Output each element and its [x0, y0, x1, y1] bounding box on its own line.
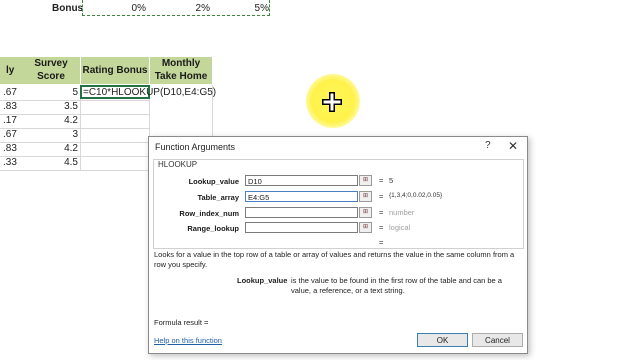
header-rating-text: Rating Bonus	[82, 65, 148, 76]
row-2-col-a[interactable]: .17	[3, 114, 17, 128]
argument-description-line2: value, a reference, or a text string.	[291, 286, 405, 295]
copy-marquee-right	[269, 0, 270, 16]
bonus-value-0[interactable]: 0%	[82, 2, 146, 16]
function-arguments-dialog[interactable]: Function Arguments ? ✕ HLOOKUP Lookup_va…	[148, 136, 528, 354]
bonus-label: Bonus	[52, 3, 84, 14]
row-4-col-a[interactable]: .83	[3, 142, 17, 156]
grid-line	[0, 170, 150, 171]
arguments-group	[153, 159, 524, 249]
row-3-col-a[interactable]: .67	[3, 128, 17, 142]
result-equals-sign: =	[379, 238, 384, 247]
bonus-value-1[interactable]: 2%	[150, 2, 210, 16]
help-icon[interactable]: ?	[485, 140, 491, 151]
help-link[interactable]: Help on this function	[154, 336, 222, 345]
range-lookup-input[interactable]	[245, 222, 358, 233]
header-survey-score[interactable]: Survey Score	[22, 57, 80, 84]
function-description: Looks for a value in the top row of a ta…	[154, 250, 515, 269]
lookup-value-input[interactable]: D10	[245, 175, 358, 186]
header-survey-line2: Score	[37, 71, 65, 82]
header-monthly-line1: Monthly	[161, 58, 201, 69]
field-label-table-array: Table_array	[197, 193, 239, 202]
row-1-score[interactable]: 3.5	[22, 100, 78, 114]
ok-button[interactable]: OK	[417, 333, 468, 347]
equals-sign: =	[379, 208, 384, 217]
row-5-score[interactable]: 4.5	[22, 156, 78, 170]
move-cursor-icon	[320, 90, 344, 114]
collapse-dialog-icon[interactable]: ⊞	[359, 175, 372, 186]
row-index-num-hint: number	[389, 208, 415, 217]
header-monthly-line2: Take Home	[154, 71, 208, 82]
row-1-col-a[interactable]: .83	[3, 100, 17, 114]
close-icon[interactable]: ✕	[508, 139, 518, 153]
argument-name: Lookup_value	[237, 276, 288, 285]
lookup-value-result: 5	[389, 176, 394, 185]
range-lookup-hint: logical	[389, 223, 411, 232]
row-0-col-a[interactable]: .67	[3, 86, 17, 100]
dialog-title: Function Arguments	[155, 142, 236, 152]
table-array-result: {1,3,4;0,0.02,0.05}	[389, 192, 443, 199]
header-survey-line1: Survey	[34, 58, 68, 69]
row-4-score[interactable]: 4.2	[22, 142, 78, 156]
row-5-col-a[interactable]: .33	[3, 156, 17, 170]
copy-marquee-left	[82, 0, 83, 16]
field-label-row-index-num: Row_index_num	[179, 209, 239, 218]
collapse-dialog-icon[interactable]: ⊞	[359, 191, 372, 202]
function-name: HLOOKUP	[157, 160, 199, 169]
header-col-a[interactable]: ly	[0, 57, 22, 84]
header-monthly-take-home[interactable]: Monthly Take Home	[150, 57, 212, 84]
row-3-score[interactable]: 3	[22, 128, 78, 142]
formula-cell-text[interactable]: =C10*HLOOKUP(D10,E4:G5)	[83, 86, 216, 100]
formula-result: Formula result =	[154, 318, 209, 327]
field-label-range-lookup: Range_lookup	[187, 224, 239, 233]
field-label-lookup-value: Lookup_value	[188, 177, 239, 186]
equals-sign: =	[379, 176, 384, 185]
equals-sign: =	[379, 223, 384, 232]
collapse-dialog-icon[interactable]: ⊞	[359, 207, 372, 218]
collapse-dialog-icon[interactable]: ⊞	[359, 222, 372, 233]
header-col-a-text: ly	[6, 65, 15, 76]
equals-sign: =	[379, 192, 384, 201]
table-array-input[interactable]: E4:G5	[245, 191, 358, 202]
argument-description-line1: is the value to be found in the first ro…	[291, 276, 502, 285]
row-index-num-input[interactable]	[245, 207, 358, 218]
row-2-score[interactable]: 4.2	[22, 114, 78, 128]
row-0-score[interactable]: 5	[22, 86, 78, 100]
copy-marquee-bottom	[82, 15, 270, 16]
bonus-value-2[interactable]: 5%	[214, 2, 269, 16]
cancel-button[interactable]: Cancel	[472, 333, 523, 347]
header-rating-bonus[interactable]: Rating Bonus	[81, 57, 149, 84]
